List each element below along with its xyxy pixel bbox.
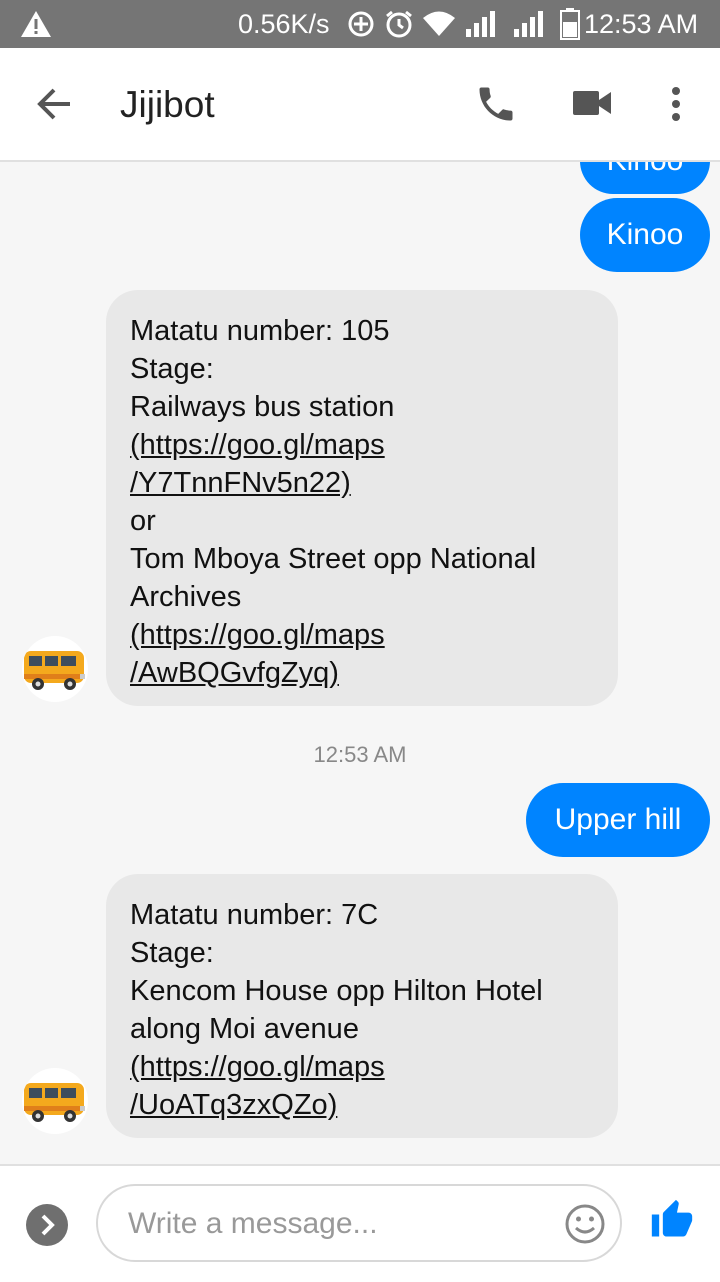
emoji-icon[interactable]: [564, 1203, 606, 1250]
map-link[interactable]: (https://goo.gl/maps: [130, 1048, 594, 1086]
map-link[interactable]: /Y7TnnFNv5n22): [130, 464, 594, 502]
message-list[interactable]: Kinoo Kinoo Matatu number: 105 Stage: Ra…: [0, 162, 720, 1164]
message-placeholder: Write a message...: [128, 1207, 378, 1240]
map-link[interactable]: /AwBQGvfgZyq): [130, 654, 594, 692]
network-speed: 0.56K/s: [238, 9, 330, 39]
message-timestamp: 12:53 AM: [313, 742, 407, 767]
outgoing-message[interactable]: Kinoo: [580, 162, 710, 194]
chat-header: Jijibot: [0, 48, 720, 162]
warning-icon: [20, 10, 52, 43]
bot-avatar[interactable]: [22, 1068, 88, 1134]
back-arrow-icon[interactable]: [34, 84, 74, 129]
status-bar: 0.56K/s 12:53 AM: [0, 0, 720, 48]
map-link[interactable]: (https://goo.gl/maps: [130, 426, 594, 464]
outgoing-message[interactable]: Kinoo: [580, 198, 710, 272]
compose-bar: Write a message...: [0, 1164, 720, 1282]
map-link[interactable]: (https://goo.gl/maps: [130, 616, 594, 654]
bus-icon: [24, 1083, 85, 1122]
conversation-title: Jijibot: [120, 84, 215, 125]
incoming-message[interactable]: Matatu number: 7C Stage: Kencom House op…: [106, 874, 618, 1138]
expand-icon[interactable]: [26, 1204, 68, 1246]
battery-icon: [560, 8, 580, 40]
bot-avatar[interactable]: [22, 636, 88, 702]
signal-icon: [466, 11, 495, 37]
map-link[interactable]: /UoATq3zxQZo): [130, 1086, 594, 1124]
more-options-icon[interactable]: [668, 86, 684, 127]
thumbs-up-icon[interactable]: [650, 1198, 694, 1247]
incoming-message[interactable]: Matatu number: 105 Stage: Railways bus s…: [106, 290, 618, 706]
clock: 12:53 AM: [584, 9, 699, 39]
message-input[interactable]: Write a message...: [96, 1184, 622, 1262]
wifi-icon: [423, 11, 455, 36]
outgoing-message[interactable]: Upper hill: [526, 783, 710, 857]
video-call-icon[interactable]: [572, 88, 612, 123]
signal-icon-2: [514, 11, 543, 37]
phone-icon[interactable]: [474, 82, 518, 131]
data-saver-icon: [348, 11, 374, 37]
bus-icon: [24, 651, 85, 690]
alarm-icon: [386, 10, 412, 38]
